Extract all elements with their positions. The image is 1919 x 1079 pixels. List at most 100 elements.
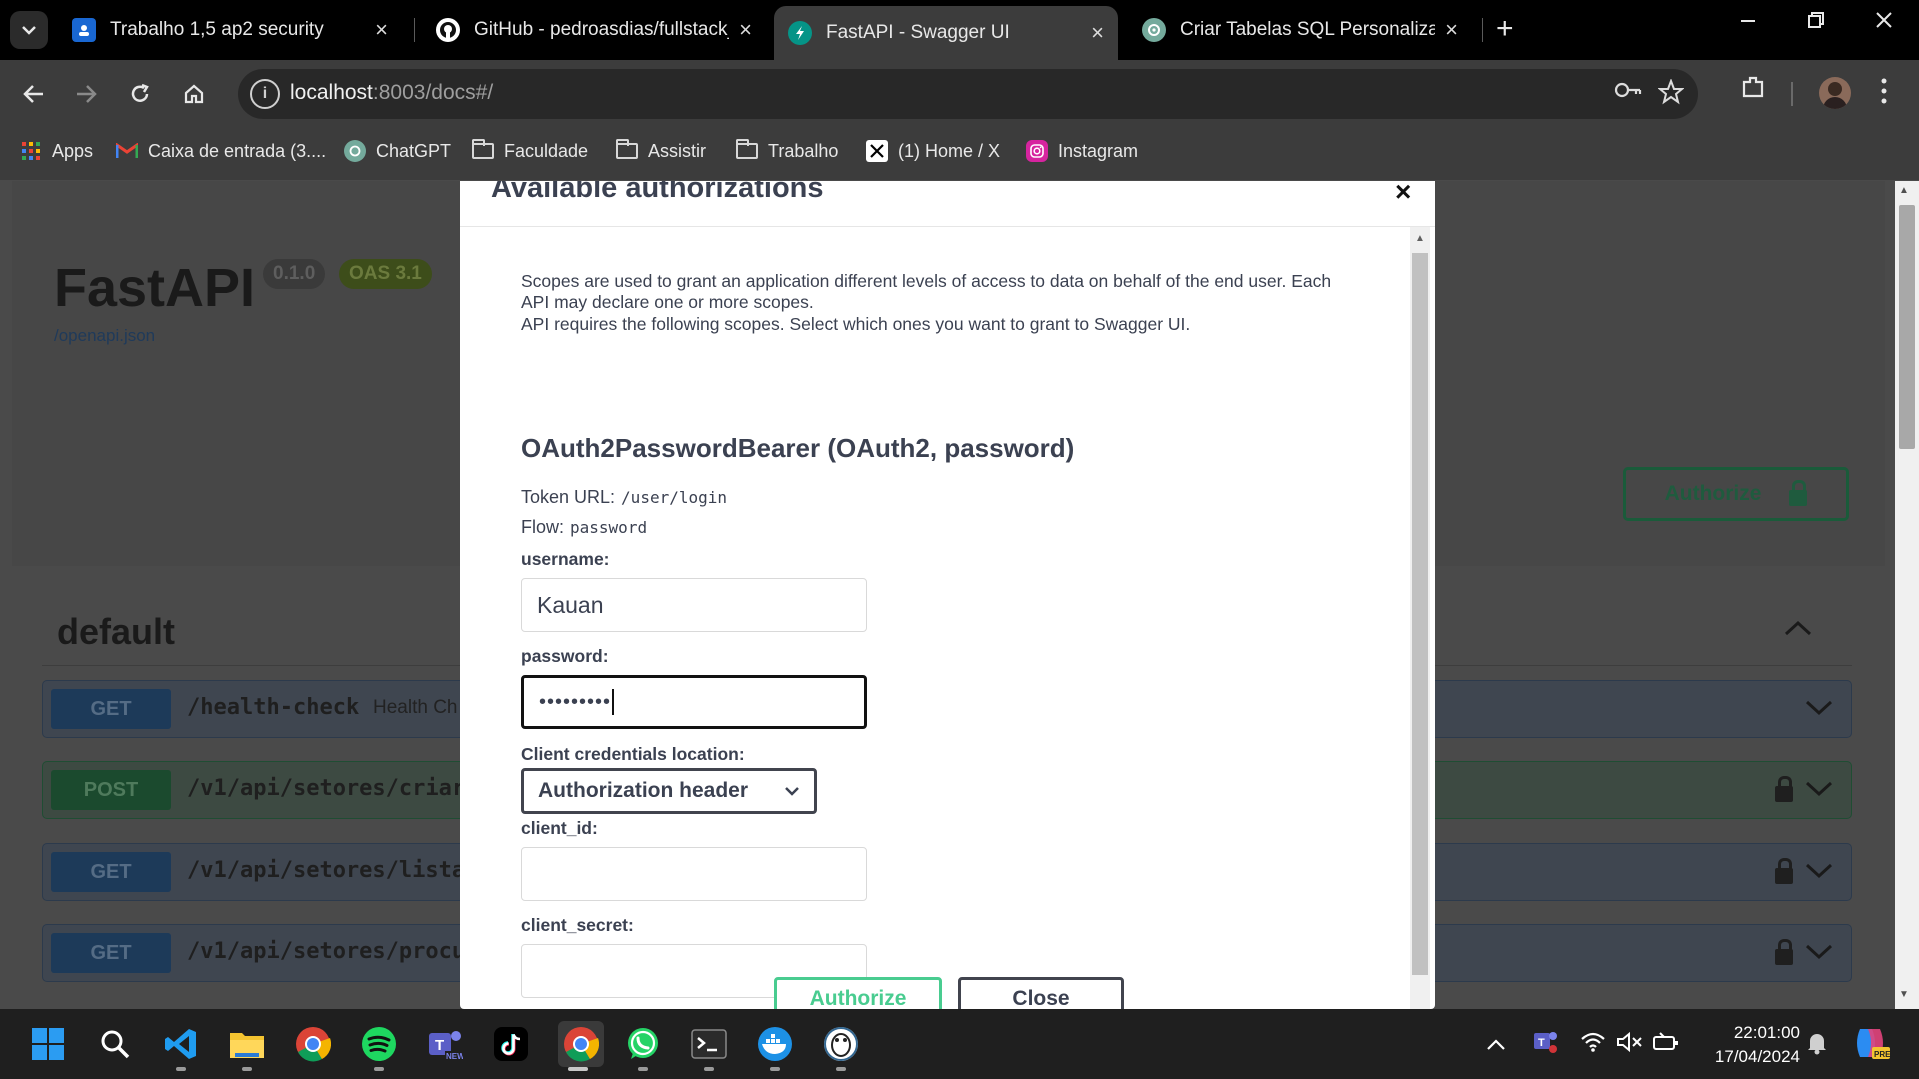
address-bar[interactable]: i localhost:8003/docs#/ — [238, 69, 1698, 119]
teams-tray-icon[interactable]: T — [1532, 1029, 1558, 1061]
back-button[interactable] — [14, 74, 54, 114]
restore-button[interactable] — [1786, 8, 1846, 36]
url-text[interactable]: localhost:8003/docs#/ — [290, 81, 493, 105]
lock-icon[interactable] — [1775, 939, 1793, 965]
bookmark-label: Faculdade — [504, 140, 589, 161]
scrollbar-thumb[interactable] — [1899, 205, 1915, 449]
chevron-up-icon[interactable] — [1784, 611, 1812, 643]
menu-kebab-icon[interactable] — [1880, 76, 1888, 111]
method-badge: GET — [51, 689, 171, 729]
scroll-up-icon[interactable]: ▲ — [1899, 185, 1909, 196]
close-tab-icon[interactable]: × — [739, 17, 752, 43]
bookmark-x[interactable]: (1) Home / X — [866, 140, 1000, 162]
apps-grid-icon — [20, 140, 42, 162]
tiktok-icon[interactable] — [492, 1025, 530, 1063]
toolbar-divider — [1791, 82, 1793, 106]
flow-row: Flow: password — [521, 517, 647, 538]
client-id-field[interactable] — [521, 847, 867, 901]
token-url-value: /user/login — [621, 488, 728, 507]
modal-close-icon[interactable]: × — [1395, 181, 1411, 208]
close-window-button[interactable] — [1854, 8, 1914, 36]
close-tab-icon[interactable]: × — [375, 17, 388, 43]
chevron-down-icon[interactable] — [1805, 858, 1833, 886]
running-indicator — [638, 1067, 648, 1071]
home-icon — [184, 84, 204, 104]
running-indicator — [770, 1067, 780, 1071]
arrow-left-icon — [23, 85, 43, 103]
bookmark-star-icon[interactable] — [1657, 78, 1685, 112]
scopes-instruction: API requires the following scopes. Selec… — [521, 314, 1191, 334]
tray-expand-icon[interactable] — [1486, 1031, 1506, 1057]
lock-icon[interactable] — [1775, 776, 1793, 802]
forward-button[interactable] — [66, 74, 106, 114]
teams-icon[interactable]: T NEW — [426, 1025, 464, 1063]
openapi-json-link[interactable]: /openapi.json — [54, 326, 155, 346]
profile-avatar[interactable] — [1819, 77, 1851, 109]
scroll-down-icon[interactable]: ▼ — [1899, 989, 1909, 1000]
page-scrollbar[interactable]: ▲ ▼ — [1895, 181, 1919, 1009]
extensions-icon[interactable] — [1740, 74, 1766, 107]
volume-muted-icon[interactable] — [1616, 1031, 1644, 1059]
minimize-icon — [1741, 20, 1755, 22]
tag-section-title[interactable]: default — [57, 611, 175, 653]
modal-scrollbar[interactable]: ▲ — [1410, 227, 1430, 1009]
tab-chatgpt[interactable]: Criar Tabelas SQL Personalizada × — [1128, 6, 1472, 54]
file-explorer-icon[interactable] — [228, 1025, 266, 1063]
scrollbar-thumb[interactable] — [1412, 253, 1428, 975]
lock-icon[interactable] — [1775, 858, 1793, 884]
new-tab-button[interactable]: + — [1496, 12, 1514, 46]
terminal-icon[interactable] — [690, 1025, 728, 1063]
bookmark-label: (1) Home / X — [898, 140, 1001, 161]
battery-icon[interactable] — [1652, 1031, 1680, 1059]
spotify-icon[interactable] — [360, 1025, 398, 1063]
version-badge: 0.1.0 — [263, 259, 326, 289]
authorize-button-bg[interactable]: Authorize — [1623, 467, 1849, 521]
reload-button[interactable] — [120, 74, 160, 114]
modal-close-button[interactable]: Close — [958, 977, 1124, 1009]
username-field[interactable] — [521, 578, 867, 632]
chevron-down-icon[interactable] — [1805, 776, 1833, 804]
bookmark-gmail[interactable]: Caixa de entrada (3.... — [116, 140, 326, 162]
tab-github[interactable]: GitHub - pedroasdias/fullstack_ × — [422, 6, 766, 54]
scroll-up-icon[interactable]: ▲ — [1415, 233, 1425, 244]
tab-classroom[interactable]: Trabalho 1,5 ap2 security × — [58, 6, 402, 54]
bookmark-chatgpt[interactable]: ChatGPT — [344, 140, 451, 162]
client-location-select[interactable]: Authorization header — [521, 768, 817, 814]
system-clock[interactable]: 22:01:00 17/04/2024 — [1700, 1021, 1800, 1069]
chevron-down-icon[interactable] — [1805, 939, 1833, 967]
modal-authorize-button[interactable]: Authorize — [774, 977, 942, 1009]
pgadmin-icon[interactable] — [822, 1025, 860, 1063]
copilot-icon[interactable]: PRE — [1852, 1025, 1891, 1067]
folder-icon — [616, 139, 638, 162]
tab-swagger[interactable]: FastAPI - Swagger UI × — [774, 6, 1118, 60]
vscode-icon[interactable] — [162, 1025, 200, 1063]
windows-start-icon[interactable] — [29, 1025, 67, 1063]
bookmark-faculdade[interactable]: Faculdade — [472, 139, 589, 162]
close-tab-icon[interactable]: × — [1091, 20, 1104, 46]
minimize-button[interactable] — [1718, 8, 1778, 36]
home-button[interactable] — [174, 74, 214, 114]
bookmark-instagram[interactable]: Instagram — [1026, 140, 1138, 162]
chatgpt-icon — [1142, 18, 1166, 42]
bookmark-label: Assistir — [648, 140, 706, 161]
notification-bell-icon[interactable] — [1806, 1031, 1828, 1061]
password-label: password: — [521, 646, 609, 666]
password-field[interactable]: ••••••••• — [521, 675, 867, 729]
whatsapp-icon[interactable] — [624, 1025, 662, 1063]
site-info-icon[interactable]: i — [250, 79, 280, 109]
chrome-icon[interactable] — [294, 1025, 332, 1063]
bookmark-trabalho[interactable]: Trabalho — [736, 139, 838, 162]
fastapi-icon — [788, 21, 812, 45]
chevron-down-icon[interactable] — [1805, 695, 1833, 723]
bookmark-apps[interactable]: Apps — [20, 140, 93, 162]
close-tab-icon[interactable]: × — [1445, 17, 1458, 43]
tab-search-button[interactable] — [10, 11, 48, 49]
wifi-icon[interactable] — [1580, 1031, 1606, 1059]
x-icon — [866, 140, 888, 162]
bookmark-assistir[interactable]: Assistir — [616, 139, 706, 162]
url-path: :8003/docs#/ — [372, 81, 494, 104]
docker-icon[interactable] — [756, 1025, 794, 1063]
search-icon[interactable] — [96, 1025, 134, 1063]
chrome-active-icon[interactable] — [558, 1021, 604, 1067]
password-key-icon[interactable] — [1614, 79, 1642, 107]
